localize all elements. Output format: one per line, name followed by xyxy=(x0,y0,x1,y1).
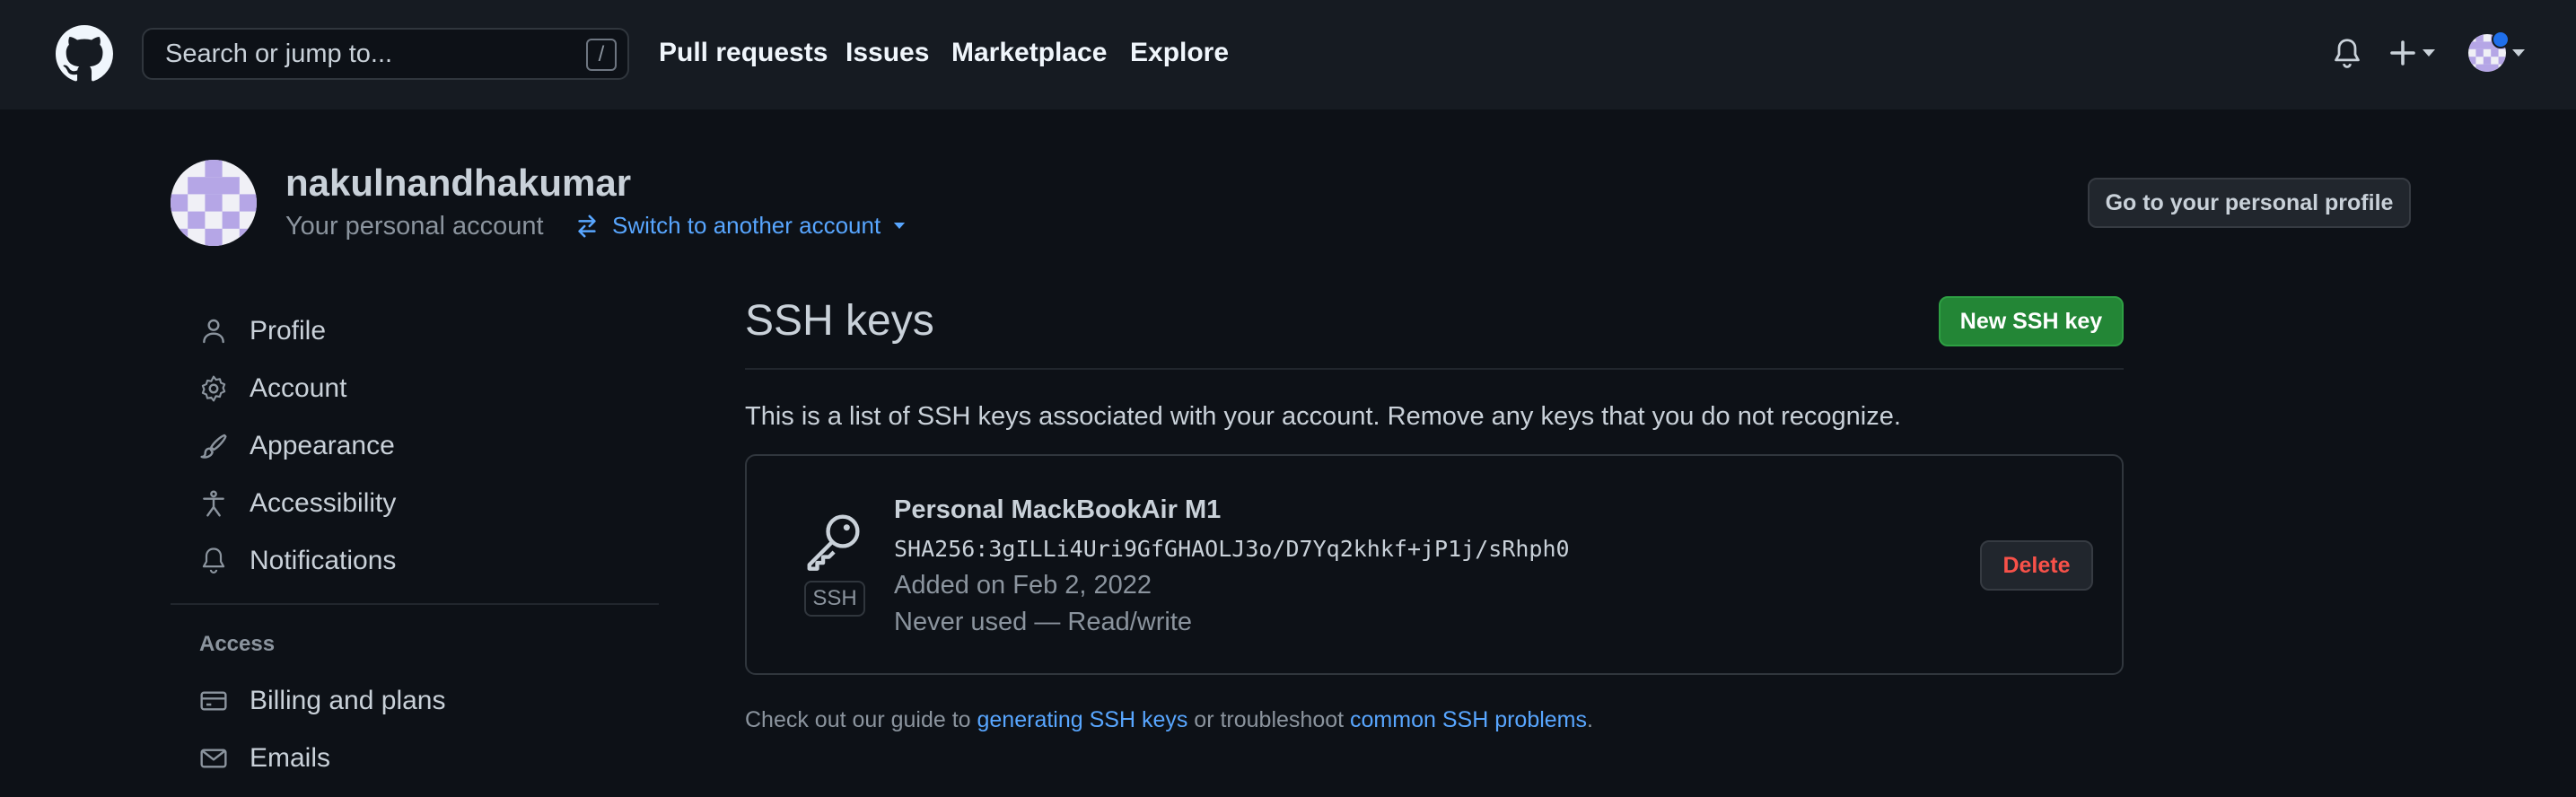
sidebar-item-label: Billing and plans xyxy=(250,686,446,715)
account-subtitle: Your personal account xyxy=(285,212,544,241)
key-icon xyxy=(807,514,860,571)
search-input[interactable]: Search or jump to... / xyxy=(142,28,629,80)
accessibility-icon xyxy=(203,490,224,517)
nav-marketplace[interactable]: Marketplace xyxy=(951,38,1107,68)
sidebar-item-label: Profile xyxy=(250,316,327,346)
ssh-key-card xyxy=(745,454,2124,675)
page-title: SSH keys xyxy=(745,297,934,345)
footer-suffix: . xyxy=(1587,707,1593,732)
credit-card-icon xyxy=(200,691,227,711)
nav-issues[interactable]: Issues xyxy=(846,38,929,68)
sidebar-item-account[interactable]: Account xyxy=(199,371,346,407)
person-icon xyxy=(203,319,224,344)
caret-down-icon xyxy=(2512,49,2525,57)
sidebar-heading-access: Access xyxy=(199,632,276,656)
sidebar-item-label: Emails xyxy=(250,743,331,773)
paintbrush-icon xyxy=(200,434,227,459)
go-to-profile-button[interactable]: Go to your personal profile xyxy=(2088,178,2411,228)
search-placeholder: Search or jump to... xyxy=(165,39,393,68)
notification-dot xyxy=(2492,31,2510,48)
footer-help-text: Check out our guide to generating SSH ke… xyxy=(745,707,1593,733)
title-divider xyxy=(745,368,2124,370)
switch-account-label: Switch to another account xyxy=(612,212,881,239)
plus-icon xyxy=(2390,40,2415,66)
caret-down-icon xyxy=(894,223,906,229)
search-shortcut-key: / xyxy=(586,39,617,71)
sidebar-item-notifications[interactable]: Notifications xyxy=(199,543,396,579)
user-menu-dropdown[interactable] xyxy=(2468,31,2526,72)
footer-prefix: Check out our guide to xyxy=(745,707,977,732)
create-new-dropdown[interactable] xyxy=(2389,39,2436,66)
github-logo-icon[interactable] xyxy=(56,25,113,83)
account-username: nakulnandhakumar xyxy=(285,162,632,204)
sidebar-item-profile[interactable]: Profile xyxy=(199,313,326,349)
sidebar-item-label: Accessibility xyxy=(250,488,397,518)
sidebar-item-emails[interactable]: Emails xyxy=(199,740,330,776)
ssh-badge: SSH xyxy=(804,581,865,617)
nav-explore[interactable]: Explore xyxy=(1130,38,1229,68)
nav-pull-requests[interactable]: Pull requests xyxy=(659,38,828,68)
generating-ssh-keys-link[interactable]: generating SSH keys xyxy=(977,707,1188,732)
account-avatar xyxy=(171,160,257,246)
caret-down-icon xyxy=(2423,49,2435,57)
mail-icon xyxy=(200,749,227,768)
sidebar-divider xyxy=(171,603,659,605)
intro-text: This is a list of SSH keys associated wi… xyxy=(745,402,1901,431)
gear-icon xyxy=(201,375,226,402)
sidebar-item-label: Account xyxy=(250,373,347,403)
sidebar-item-appearance[interactable]: Appearance xyxy=(199,428,395,464)
sidebar-item-accessibility[interactable]: Accessibility xyxy=(199,486,396,521)
key-title: Personal MackBookAir M1 xyxy=(894,495,1222,524)
top-header: Search or jump to... / Pull requests Iss… xyxy=(0,0,2576,109)
footer-middle: or troubleshoot xyxy=(1187,707,1351,732)
notifications-bell-icon[interactable] xyxy=(2332,38,2362,70)
arrow-switch-icon xyxy=(578,215,596,237)
key-fingerprint: SHA256:3gILLi4Uri9GfGHAOLJ3o/D7Yq2khkf+j… xyxy=(894,536,1570,562)
key-added-date: Added on Feb 2, 2022 xyxy=(894,571,1152,600)
sidebar-item-label: Appearance xyxy=(250,431,395,460)
sidebar-item-label: Notifications xyxy=(250,546,397,575)
bell-icon xyxy=(202,547,225,574)
key-usage: Never used — Read/write xyxy=(894,608,1193,636)
common-ssh-problems-link[interactable]: common SSH problems xyxy=(1350,707,1587,732)
switch-account-link[interactable]: Switch to another account xyxy=(574,212,906,240)
sidebar-item-billing[interactable]: Billing and plans xyxy=(199,683,445,719)
delete-key-button[interactable]: Delete xyxy=(1980,540,2093,591)
new-ssh-key-button[interactable]: New SSH key xyxy=(1939,296,2124,346)
